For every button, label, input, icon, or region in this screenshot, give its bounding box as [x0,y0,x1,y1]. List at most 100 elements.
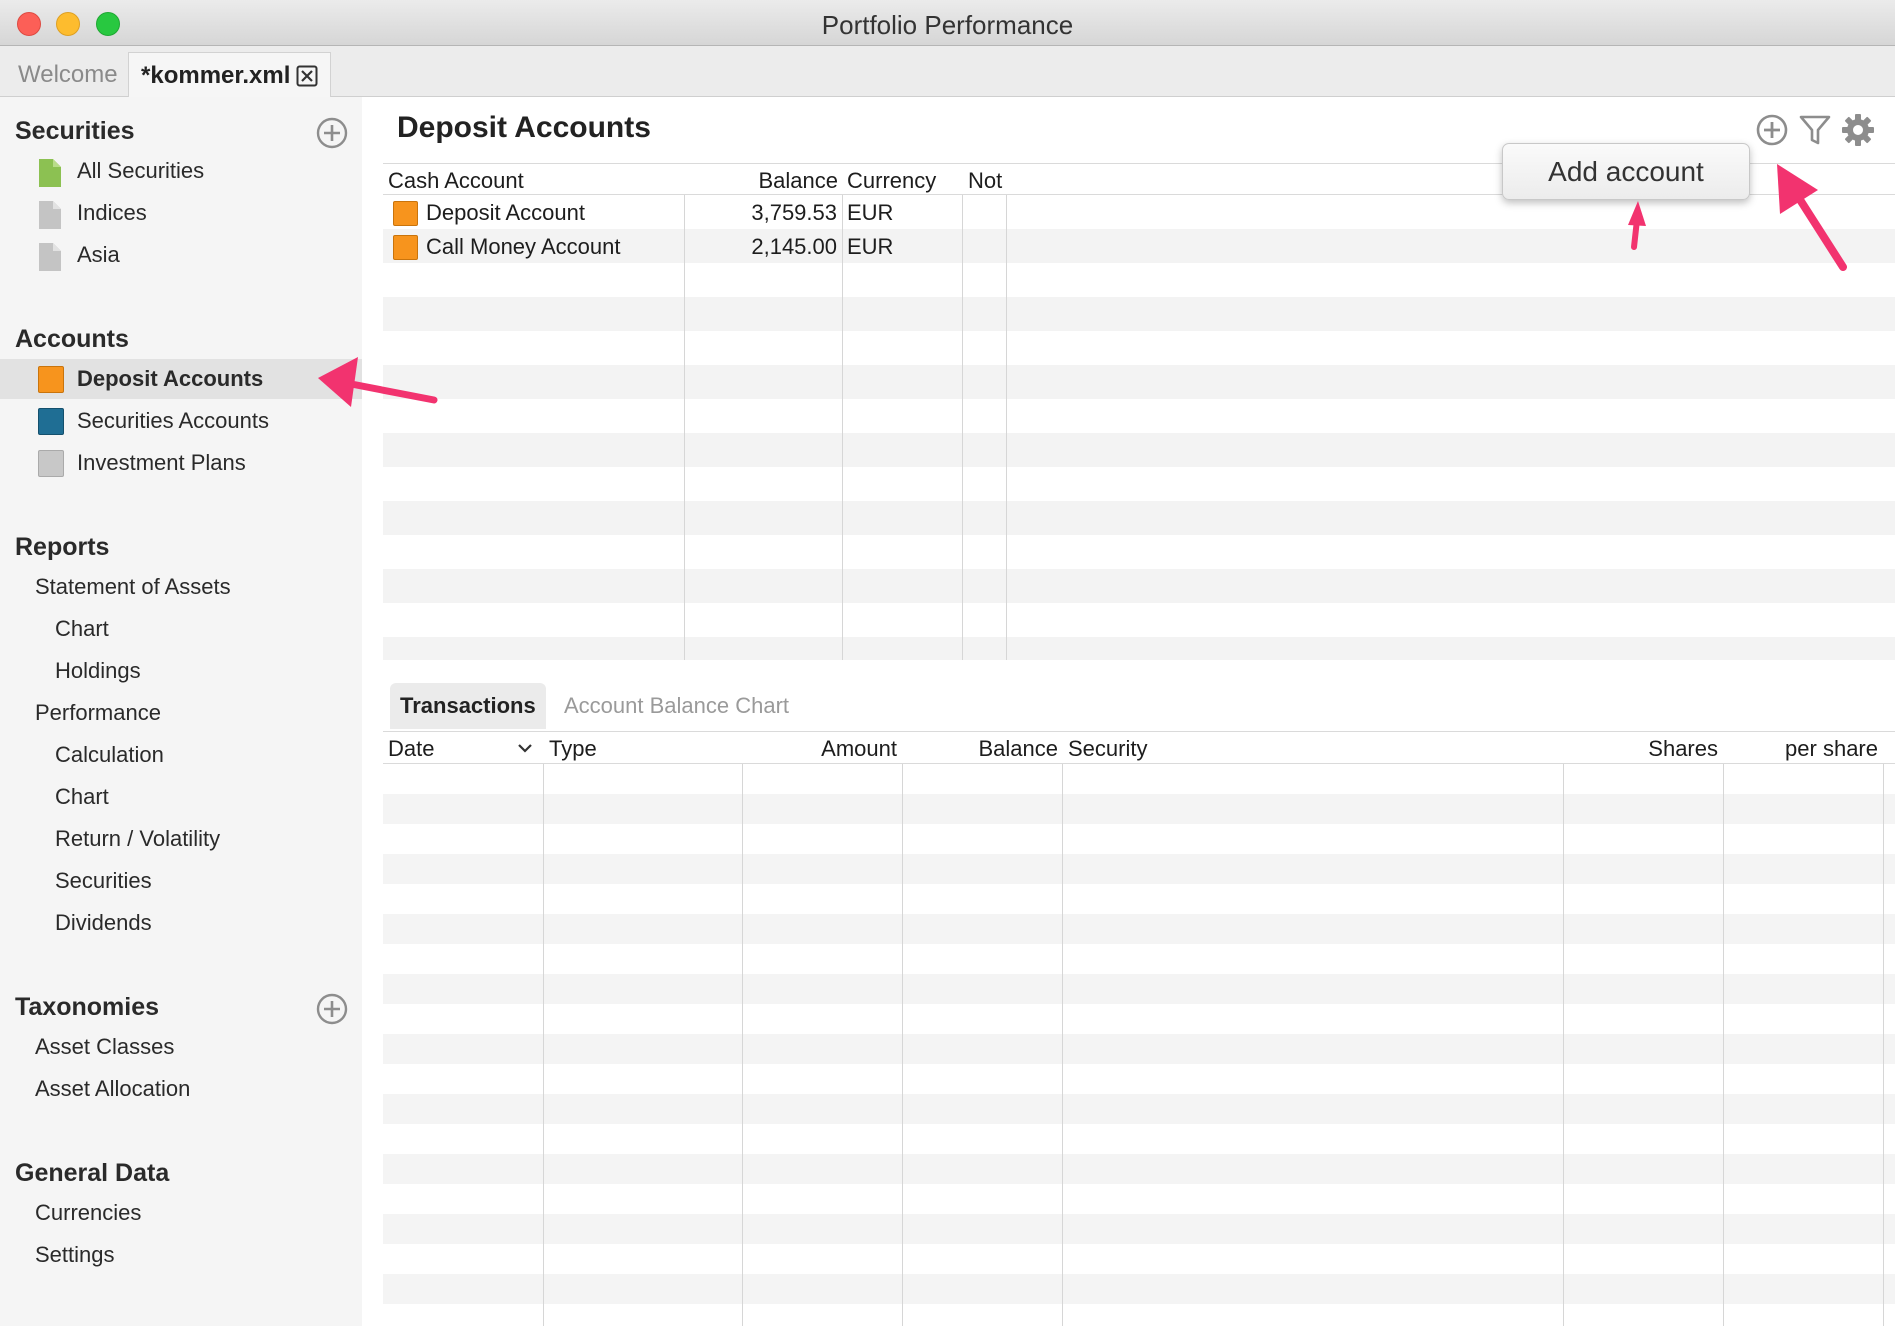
sidebar-item-label: Asset Allocation [35,1076,191,1101]
sidebar-item-all-securities[interactable]: All Securities [0,151,362,191]
tab-transactions[interactable]: Transactions [390,683,546,729]
sidebar-item-label: Chart [55,616,109,641]
column-divider [1723,732,1724,1326]
sidebar-item-return-volatility[interactable]: Return / Volatility [0,819,362,859]
column-header-type[interactable]: Type [549,735,597,763]
column-header-balance[interactable]: Balance [684,167,838,195]
column-divider [962,163,963,660]
deposit-account-icon [393,201,418,226]
chevron-down-icon[interactable] [517,742,533,754]
deposit-account-icon [38,366,64,393]
table-row-stripe [383,854,1895,884]
column-divider [842,163,843,660]
editor-tab-bar: Welcome *kommer.xml [0,46,1895,97]
window-title: Portfolio Performance [821,10,1074,40]
gear-icon[interactable] [1841,113,1875,147]
sidebar-item-investment-plans[interactable]: Investment Plans [0,443,362,483]
securities-account-icon [38,408,64,435]
sidebar-item-label: Return / Volatility [55,826,221,851]
account-name: Deposit Account [426,200,585,225]
tab-account-balance-chart[interactable]: Account Balance Chart [554,683,799,729]
account-currency: EUR [847,200,894,225]
add-taxonomy-icon[interactable] [316,993,348,1025]
sidebar-item-securities-accounts[interactable]: Securities Accounts [0,401,362,441]
column-header-shares[interactable]: Shares [1563,735,1718,763]
investment-plan-icon [38,450,64,477]
table-row-stripe [383,914,1895,944]
sidebar-item-label: Asia [77,242,120,267]
navigation-sidebar: Securities All Securities Indices Asia A… [0,97,362,1326]
section-title-securities: Securities [15,117,135,145]
column-divider [902,732,903,1326]
sidebar-item-currencies[interactable]: Currencies [0,1193,362,1233]
account-balance: 2,145.00 [751,234,837,259]
column-header-note[interactable]: Not [968,167,1002,195]
column-divider [543,732,544,1326]
section-title-general-data: General Data [15,1159,170,1187]
column-header-per-share[interactable]: per share [1723,735,1878,763]
sidebar-item-label: Holdings [55,658,141,683]
column-header-amount[interactable]: Amount [742,735,897,763]
table-row-stripe [383,501,1895,535]
table-row-stripe [383,569,1895,603]
column-divider [1563,732,1564,1326]
sidebar-item-label: Securities Accounts [77,408,269,433]
table-row-stripe [383,1274,1895,1304]
deposit-account-icon [393,235,418,260]
sidebar-item-label: Calculation [55,742,164,767]
table-row-stripe [383,1214,1895,1244]
account-balance: 3,759.53 [751,200,837,225]
sidebar-item-label: Deposit Accounts [77,366,264,391]
sidebar-item-asset-allocation[interactable]: Asset Allocation [0,1069,362,1109]
sidebar-item-label: Performance [35,700,161,725]
tab-welcome[interactable]: Welcome [6,52,130,97]
sidebar-item-performance-chart[interactable]: Chart [0,777,362,817]
app-window: Portfolio Performance Welcome *kommer.xm… [0,0,1895,1326]
page-title: Deposit Accounts [397,111,651,144]
filter-icon[interactable] [1798,113,1832,147]
table-row-stripe [383,365,1895,399]
accounts-table: Cash Account Balance Currency Not Deposi… [383,163,1895,660]
section-title-taxonomies: Taxonomies [15,993,160,1021]
sidebar-item-dividends[interactable]: Dividends [0,903,362,943]
sidebar-item-calculation[interactable]: Calculation [0,735,362,775]
sidebar-item-indices[interactable]: Indices [0,193,362,233]
sidebar-item-label: Securities [55,868,152,893]
table-row-stripe [383,1154,1895,1184]
column-divider [1006,163,1007,660]
column-header-balance[interactable]: Balance [902,735,1058,763]
column-header-security[interactable]: Security [1068,735,1147,763]
gray-file-icon [39,201,61,229]
sidebar-item-label: Currencies [35,1200,142,1225]
table-row-stripe [383,297,1895,331]
main-panel: Deposit Accounts Cash Account Balance Cu… [362,97,1895,1326]
column-header-date[interactable]: Date [388,735,434,763]
sidebar-item-settings[interactable]: Settings [0,1235,362,1275]
sidebar-item-label: Statement of Assets [35,574,231,599]
sidebar-item-performance[interactable]: Performance [0,693,362,733]
add-account-tooltip: Add account [1502,143,1750,200]
column-header-cash-account[interactable]: Cash Account [388,167,524,195]
column-divider [742,732,743,1326]
sidebar-item-asset-classes[interactable]: Asset Classes [0,1027,362,1067]
tab-file-label: *kommer.xml [141,62,291,89]
sidebar-item-statement-chart[interactable]: Chart [0,609,362,649]
add-circle-icon[interactable] [1755,113,1789,147]
table-row-stripe [383,974,1895,1004]
sidebar-item-label: Chart [55,784,109,809]
close-tab-icon[interactable] [296,65,318,87]
sidebar-item-label: Settings [35,1242,115,1267]
sidebar-item-performance-securities[interactable]: Securities [0,861,362,901]
column-header-currency[interactable]: Currency [847,167,936,195]
sidebar-item-statement-of-assets[interactable]: Statement of Assets [0,567,362,607]
sidebar-item-label: All Securities [77,158,205,183]
table-row-stripe [383,794,1895,824]
sidebar-item-asia[interactable]: Asia [0,235,362,275]
sidebar-item-holdings[interactable]: Holdings [0,651,362,691]
account-name: Call Money Account [426,234,621,259]
section-title-accounts: Accounts [15,325,129,353]
sidebar-item-deposit-accounts[interactable]: Deposit Accounts [0,359,362,399]
tab-file[interactable]: *kommer.xml [128,52,331,97]
add-security-icon[interactable] [316,117,348,149]
table-row-stripe [383,1034,1895,1064]
